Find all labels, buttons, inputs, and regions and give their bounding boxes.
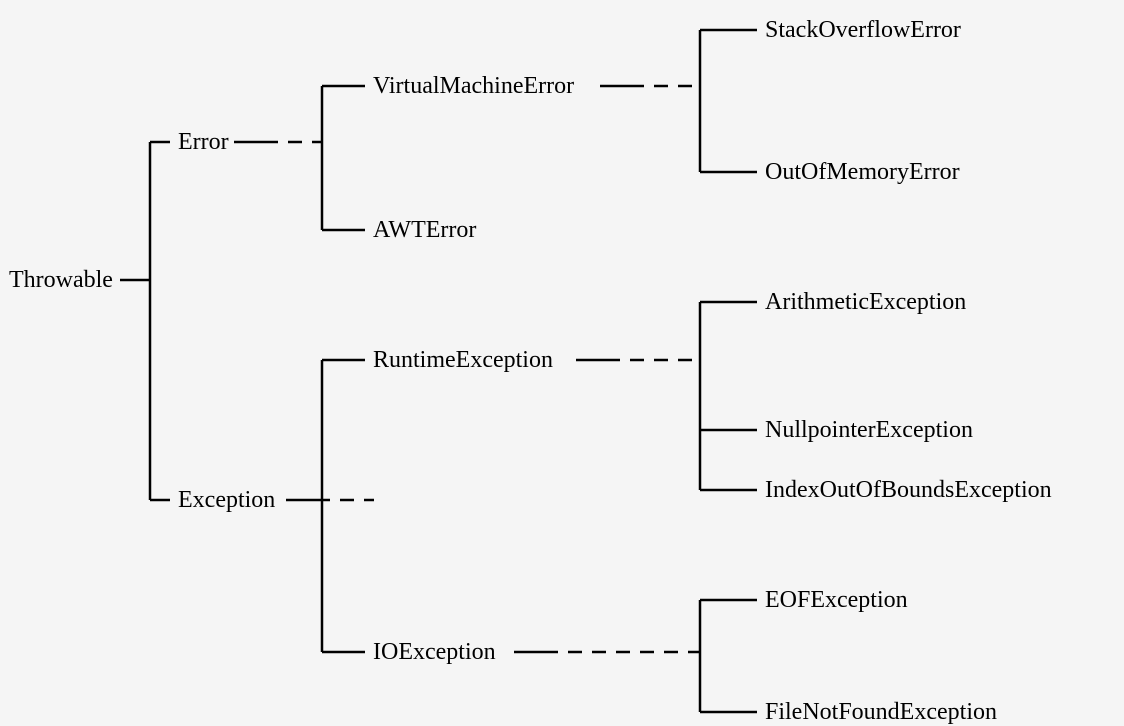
- node-runtimeexception: RuntimeException: [373, 348, 553, 372]
- node-stackoverflowerror: StackOverflowError: [765, 18, 961, 42]
- node-arithmeticexception: ArithmeticException: [765, 290, 966, 314]
- node-throwable: Throwable: [9, 268, 113, 292]
- node-exception: Exception: [178, 488, 275, 512]
- node-eofexception: EOFException: [765, 588, 908, 612]
- node-indexoutofboundsexception: IndexOutOfBoundsException: [765, 478, 1052, 502]
- node-awterror: AWTError: [373, 218, 476, 242]
- hierarchy-diagram: Throwable Error Exception VirtualMachine…: [0, 0, 1124, 726]
- node-error: Error: [178, 130, 229, 154]
- node-outofmemoryerror: OutOfMemoryError: [765, 160, 960, 184]
- node-filenotfoundexception: FileNotFoundException: [765, 700, 997, 724]
- connector-lines: [0, 0, 1124, 726]
- node-nullpointerexception: NullpointerException: [765, 418, 973, 442]
- node-ioexception: IOException: [373, 640, 496, 664]
- node-virtualmachineerror: VirtualMachineError: [373, 74, 574, 98]
